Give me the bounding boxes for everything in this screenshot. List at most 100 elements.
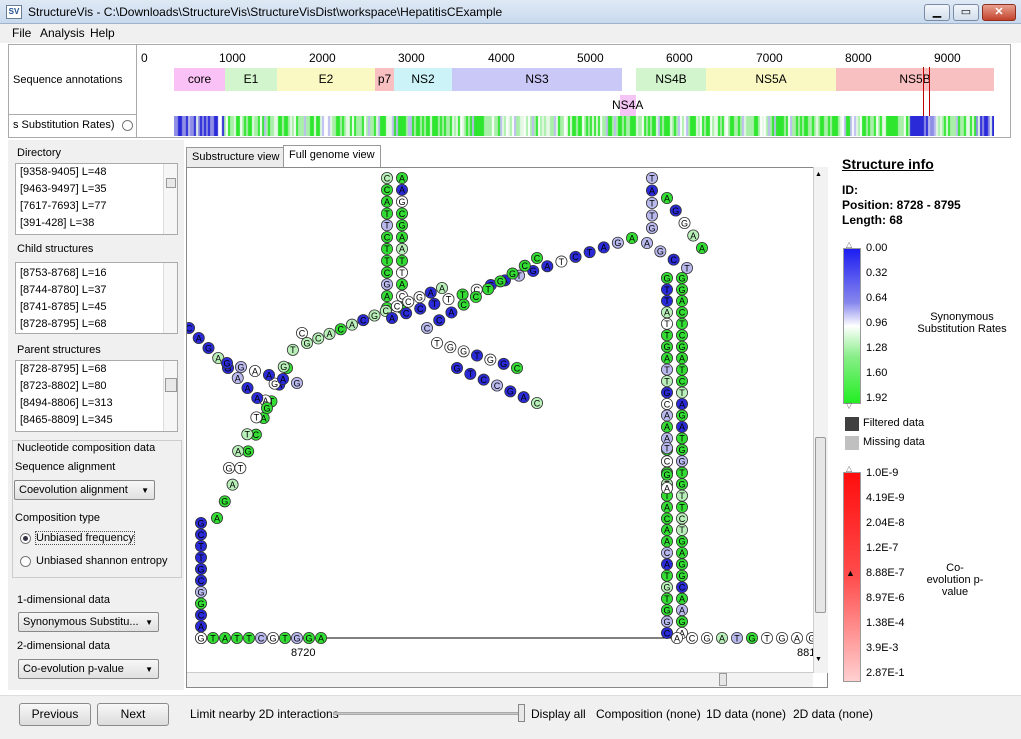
nucleotide[interactable]: G [497,357,510,370]
slider-handle[interactable] [518,704,525,722]
horizontal-scroll-thumb[interactable] [719,673,727,686]
unbiased-frequency-label[interactable]: Unbiased frequency [35,531,135,545]
nucleotide[interactable]: G [675,409,688,422]
nucleotide[interactable]: G [660,615,673,628]
nucleotide[interactable]: T [194,551,207,564]
menu-file[interactable]: File [12,26,31,40]
nucleotide[interactable]: C [469,290,482,303]
nucleotide[interactable]: G [484,353,497,366]
nucleotide[interactable]: C [530,252,543,265]
nucleotide[interactable]: C [490,379,503,392]
menu-help[interactable]: Help [90,26,115,40]
close-button[interactable]: ✕ [982,4,1016,21]
limit-interactions-slider[interactable] [333,712,523,715]
nucleotide[interactable]: T [250,411,263,424]
nucleotide[interactable]: A [660,523,673,536]
nucleotide[interactable]: T [660,329,673,342]
nucleotide[interactable]: T [583,246,596,259]
nucleotide[interactable]: C [414,302,427,315]
nucleotide[interactable]: G [261,401,274,414]
nucleotide[interactable]: C [380,183,393,196]
directory-scrollbar[interactable] [163,164,177,234]
nucleotide[interactable]: T [675,432,688,445]
gene-ns4b[interactable]: NS4B [636,68,706,91]
gene-p7[interactable]: p7 [375,68,394,91]
nucleotide[interactable]: G [267,631,280,644]
list-item[interactable]: [9358-9405] L=48 [16,164,177,181]
nucleotide[interactable]: A [241,381,254,394]
nucleotide[interactable]: A [232,445,245,458]
nucleotide[interactable]: T [675,317,688,330]
nucleotide[interactable]: A [675,294,688,307]
nucleotide[interactable]: C [660,455,673,468]
nucleotide[interactable]: C [518,259,531,272]
menu-analysis[interactable]: Analysis [40,26,85,40]
nucleotide[interactable]: G [776,631,789,644]
gene-ns2[interactable]: NS2 [394,68,452,91]
gene-ns3[interactable]: NS3 [452,68,622,91]
nucleotide[interactable]: C [402,295,415,308]
nucleotide[interactable]: C [660,626,673,639]
tab-full-genome-view[interactable]: Full genome view [283,145,381,168]
nucleotide[interactable]: T [660,592,673,605]
directory-scroll-thumb[interactable] [166,178,176,188]
list-item[interactable]: [8723-8802] L=80 [16,378,177,395]
nucleotide[interactable]: A [517,391,530,404]
gene-core[interactable]: core [174,68,225,91]
nucleotide[interactable]: C [530,396,543,409]
nucleotide[interactable]: A [675,592,688,605]
nucleotide[interactable]: G [645,222,658,235]
two-d-data-dropdown[interactable]: Co-evolution p-value ▼ [18,659,159,679]
nucleotide[interactable]: T [660,317,673,330]
nucleotide[interactable]: T [555,255,568,268]
parent-scrollbar[interactable] [163,361,177,431]
nucleotide[interactable]: C [380,266,393,279]
nucleotide[interactable]: A [645,184,658,197]
nucleotide[interactable]: A [263,368,276,381]
list-item[interactable]: [8741-8785] L=45 [16,299,177,316]
nucleotide[interactable]: A [194,620,207,633]
nucleotide[interactable]: A [345,318,358,331]
nucleotide[interactable]: A [445,306,458,319]
nucleotide[interactable]: C [675,512,688,525]
nucleotide[interactable]: G [395,195,408,208]
sequence-alignment-dropdown[interactable]: Coevolution alignment ▼ [14,480,155,500]
nucleotide[interactable]: G [654,245,667,258]
nucleotide[interactable]: G [194,585,207,598]
nucleotide[interactable]: T [456,288,469,301]
nucleotide[interactable]: A [314,631,327,644]
nucleotide[interactable]: A [675,420,688,433]
nucleotide[interactable]: T [680,262,693,275]
nucleotide[interactable]: A [395,183,408,196]
list-item[interactable]: [7617-7693] L=77 [16,198,177,215]
nucleotide[interactable]: C [667,253,680,266]
nucleotide[interactable]: A [395,278,408,291]
nucleotide[interactable]: T [660,569,673,582]
nucleotide[interactable]: G [444,341,457,354]
nucleotide[interactable]: G [218,495,231,508]
nucleotide[interactable]: G [669,204,682,217]
nucleotide[interactable]: A [277,372,290,385]
nucleotide[interactable]: C [660,397,673,410]
nucleotide[interactable]: C [400,307,413,320]
nucleotide[interactable]: A [219,631,232,644]
nucleotide[interactable]: A [660,352,673,365]
nucleotide[interactable]: T [231,631,244,644]
child-scrollbar[interactable] [163,263,177,333]
nucleotide[interactable]: T [428,297,441,310]
nucleotide[interactable]: G [675,558,688,571]
nucleotide[interactable]: G [675,535,688,548]
nucleotide[interactable]: A [424,286,437,299]
nucleotide[interactable]: G [457,345,470,358]
nucleotide[interactable]: A [660,535,673,548]
structure-canvas[interactable]: CACGGCGTTCGGTATTCGTGGAAGATGCATATGATTAGGT… [186,167,828,688]
gene-e2[interactable]: E2 [277,68,375,91]
nucleotide[interactable]: G [506,267,519,280]
nucleotide[interactable]: A [323,327,336,340]
colorbar-current-marker[interactable]: ▲ [846,568,855,578]
nucleotide[interactable]: G [660,604,673,617]
nucleotide[interactable]: C [569,250,582,263]
list-item[interactable]: [8753-8768] L=16 [16,265,177,282]
nucleotide[interactable]: G [660,386,673,399]
nucleotide[interactable]: T [675,386,688,399]
